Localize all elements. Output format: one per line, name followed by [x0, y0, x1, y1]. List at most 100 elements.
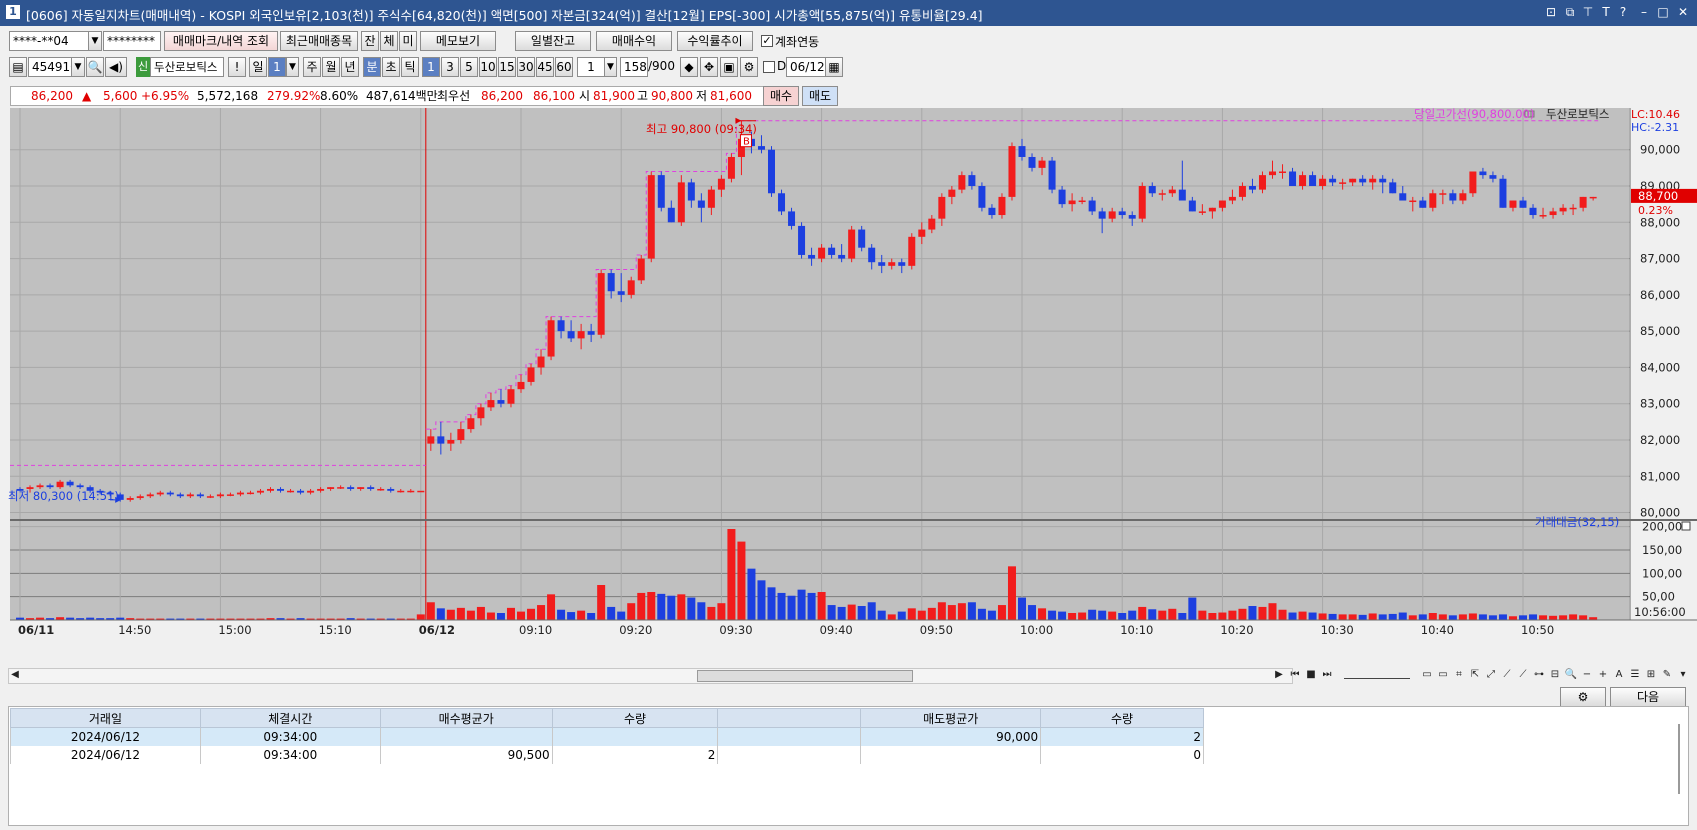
minute-option-15[interactable]: 15: [498, 57, 516, 77]
minute-option-45[interactable]: 45: [536, 57, 554, 77]
more-tool-icon[interactable]: ▾: [1676, 668, 1690, 682]
interval-dropdown-icon[interactable]: ▼: [604, 57, 617, 77]
zoom-in-icon[interactable]: +: [1596, 668, 1610, 682]
scrollbar-thumb[interactable]: [697, 670, 913, 682]
candle-body: [1529, 207, 1537, 216]
return-trend-button[interactable]: 수익률추이: [677, 31, 753, 51]
close-icon[interactable]: ✕: [1675, 4, 1691, 20]
trade-mark-button[interactable]: 매매마크/내역 조회: [164, 31, 278, 51]
buy-button[interactable]: 매수: [763, 86, 799, 106]
candle-body: [437, 436, 445, 444]
date-checkbox[interactable]: [763, 61, 775, 73]
scroll-right-icon[interactable]: ▶: [1272, 668, 1286, 682]
text-tool-icon[interactable]: A: [1612, 668, 1626, 682]
minute-option-5[interactable]: 5: [460, 57, 478, 77]
recent-trades-button[interactable]: 최근매매종목: [280, 31, 358, 51]
interval-input[interactable]: 1: [577, 57, 605, 77]
tab-unexecuted[interactable]: 미: [399, 31, 417, 51]
tool-icon-7[interactable]: ⟋: [1516, 668, 1530, 682]
stock-list-icon[interactable]: ▤: [9, 57, 27, 77]
candle-body: [1379, 178, 1387, 183]
daily-balance-button[interactable]: 일별잔고: [515, 31, 591, 51]
account-link-checkbox[interactable]: ✓: [761, 35, 773, 47]
help-icon[interactable]: ?: [1615, 4, 1631, 20]
last-page-icon[interactable]: ⏭: [1320, 668, 1334, 682]
tool-icon-9[interactable]: ⊟: [1548, 668, 1562, 682]
period-day-button[interactable]: 일: [249, 57, 267, 77]
stock-name-field[interactable]: 두산로보틱스: [150, 57, 224, 77]
zoom-ruler[interactable]: [1344, 672, 1410, 679]
settings-gear-icon[interactable]: ⚙: [740, 57, 758, 77]
account-dropdown-icon[interactable]: ▼: [88, 31, 102, 51]
open-label: 시: [579, 89, 591, 103]
scroll-left-icon[interactable]: ◀: [8, 668, 22, 682]
tab-balance[interactable]: 잔: [361, 31, 379, 51]
zoom-icon[interactable]: 🔍: [1564, 668, 1578, 682]
period-year-button[interactable]: 년: [341, 57, 359, 77]
tool-icon-5[interactable]: ⤢: [1484, 668, 1498, 682]
account-input[interactable]: ****-**04: [9, 31, 89, 51]
list-tool-icon[interactable]: ☰: [1628, 668, 1642, 682]
stock-code-input[interactable]: 454910: [28, 57, 72, 77]
password-input[interactable]: ********: [103, 31, 161, 51]
pin-icon[interactable]: ⊤: [1580, 4, 1596, 20]
period-second-button[interactable]: 초: [382, 57, 400, 77]
volume-bar: [557, 609, 566, 620]
minimize-icon[interactable]: –: [1636, 4, 1652, 20]
minute-option-30[interactable]: 30: [517, 57, 535, 77]
period-tick-button[interactable]: 틱: [401, 57, 419, 77]
link-icon[interactable]: ⊡: [1543, 4, 1559, 20]
candle-body: [647, 175, 655, 259]
next-button[interactable]: 다음: [1610, 687, 1686, 707]
minute-option-3[interactable]: 3: [441, 57, 459, 77]
save-icon[interactable]: ▣: [720, 57, 738, 77]
alert-button[interactable]: !: [228, 57, 246, 77]
candle-body: [1008, 146, 1016, 197]
period-minute-button[interactable]: 분: [363, 57, 381, 77]
bar-count-input[interactable]: 158: [620, 57, 648, 77]
tool-icon-3[interactable]: ⌗: [1452, 668, 1466, 682]
minute-option-60[interactable]: 60: [555, 57, 573, 77]
sell-button[interactable]: 매도: [802, 86, 838, 106]
crosshair-icon[interactable]: ✥: [700, 57, 718, 77]
code-dropdown-icon[interactable]: ▼: [71, 57, 85, 77]
table-scroll-indicator[interactable]: [1678, 724, 1680, 794]
candle-body: [1279, 171, 1287, 173]
tool-icon-6[interactable]: ⟋: [1500, 668, 1514, 682]
minute-option-10[interactable]: 10: [479, 57, 497, 77]
brush-tool-icon[interactable]: ✎: [1660, 668, 1674, 682]
date-input[interactable]: 06/12: [786, 57, 826, 77]
period-count-select[interactable]: 1: [268, 57, 286, 77]
time-tick-label: 10:50: [1521, 623, 1554, 637]
candle-body: [1028, 156, 1036, 168]
best-ask: 86,200: [481, 89, 523, 103]
font-icon[interactable]: T: [1598, 4, 1614, 20]
candle-body: [1128, 215, 1136, 219]
chart-scrollbar[interactable]: [8, 668, 1293, 684]
window-copy-icon[interactable]: ⧉: [1562, 4, 1578, 20]
maximize-icon[interactable]: □: [1655, 4, 1671, 20]
period-month-button[interactable]: 월: [322, 57, 340, 77]
tool-icon-4[interactable]: ⇱: [1468, 668, 1482, 682]
table-settings-button[interactable]: ⚙: [1560, 687, 1606, 707]
zoom-out-icon[interactable]: −: [1580, 668, 1594, 682]
calendar-icon[interactable]: ▦: [825, 57, 843, 77]
table-row[interactable]: 2024/06/12 09:34:00 90,500 2 0: [10, 746, 1204, 764]
tool-icon-2[interactable]: ▭: [1436, 668, 1450, 682]
tool-icon-8[interactable]: ⊶: [1532, 668, 1546, 682]
search-icon[interactable]: 🔍: [86, 57, 104, 77]
minute-option-1[interactable]: 1: [422, 57, 440, 77]
trade-profit-button[interactable]: 매매수익: [596, 31, 672, 51]
period-week-button[interactable]: 주: [303, 57, 321, 77]
tab-executed[interactable]: 체: [380, 31, 398, 51]
first-page-icon[interactable]: ⏮: [1288, 668, 1302, 682]
period-dropdown-icon[interactable]: ▼: [286, 57, 299, 77]
candlestick-chart[interactable]: 90,00089,00088,00087,00086,00085,00084,0…: [8, 106, 1697, 670]
speaker-icon[interactable]: ◀): [105, 57, 127, 77]
tool-icon-1[interactable]: ▭: [1420, 668, 1434, 682]
chart-tool-icon[interactable]: ⊞: [1644, 668, 1658, 682]
stop-icon[interactable]: ■: [1304, 668, 1318, 682]
table-row[interactable]: 2024/06/12 09:34:00 90,000 2: [10, 727, 1204, 746]
indicator-icon[interactable]: ◆: [680, 57, 698, 77]
memo-button[interactable]: 메모보기: [420, 31, 496, 51]
